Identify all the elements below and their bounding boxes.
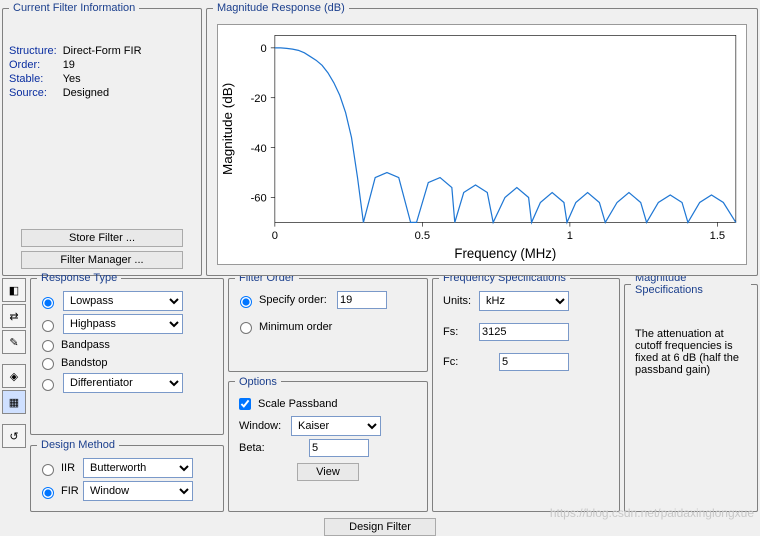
mag-spec-text: The attenuation at cutoff frequencies is… xyxy=(631,300,751,376)
stable-value: Yes xyxy=(63,72,148,86)
bandstop-radio[interactable] xyxy=(42,358,54,370)
bandpass-radio[interactable] xyxy=(42,340,54,352)
bandpass-label: Bandpass xyxy=(61,339,110,351)
iir-label: IIR xyxy=(61,462,83,474)
svg-text:0: 0 xyxy=(261,43,267,55)
lowpass-select[interactable]: Lowpass xyxy=(63,291,183,311)
fc-input[interactable] xyxy=(499,353,569,371)
structure-value: Direct-Form FIR xyxy=(63,44,148,58)
scale-passband-checkbox[interactable] xyxy=(239,398,251,410)
svg-text:0: 0 xyxy=(272,230,278,242)
magnitude-specifications-panel: Magnitude Specifications The attenuation… xyxy=(624,272,758,512)
source-label: Source: xyxy=(9,86,63,100)
svg-text:1.5: 1.5 xyxy=(710,230,726,242)
specify-order-radio[interactable] xyxy=(240,296,252,308)
design-method-legend: Design Method xyxy=(37,439,119,451)
tool-icon-6[interactable]: ↺ xyxy=(2,424,26,448)
store-filter-button[interactable]: Store Filter ... xyxy=(21,229,183,247)
design-filter-button[interactable]: Design Filter xyxy=(324,518,436,536)
side-toolbar: ◧ ⇄ ✎ ◈ ▦ ↺ xyxy=(2,278,26,450)
view-button[interactable]: View xyxy=(297,463,359,481)
mag-response-legend: Magnitude Response (dB) xyxy=(213,2,349,14)
tool-icon-5[interactable]: ▦ xyxy=(2,390,26,414)
units-label: Units: xyxy=(443,295,479,307)
highpass-radio[interactable] xyxy=(42,320,54,332)
beta-input[interactable] xyxy=(309,439,369,457)
svg-text:0.5: 0.5 xyxy=(415,230,431,242)
response-type-panel: Response Type Lowpass Highpass Bandpass … xyxy=(30,272,224,435)
fir-select[interactable]: Window xyxy=(83,481,193,501)
svg-text:Frequency (MHz): Frequency (MHz) xyxy=(454,246,556,261)
fir-radio[interactable] xyxy=(42,487,54,499)
window-label: Window: xyxy=(239,420,291,432)
svg-text:-40: -40 xyxy=(251,143,267,155)
filter-info-table: Structure:Direct-Form FIR Order:19 Stabl… xyxy=(9,44,148,100)
svg-text:-60: -60 xyxy=(251,193,267,205)
options-panel: Options Scale Passband Window:Kaiser Bet… xyxy=(228,376,428,512)
bandstop-label: Bandstop xyxy=(61,357,107,369)
specify-order-input[interactable] xyxy=(337,291,387,309)
beta-label: Beta: xyxy=(239,442,291,454)
tool-icon-4[interactable]: ◈ xyxy=(2,364,26,388)
differentiator-select[interactable]: Differentiator xyxy=(63,373,183,393)
stable-label: Stable: xyxy=(9,72,63,86)
svg-text:Magnitude (dB): Magnitude (dB) xyxy=(220,83,235,175)
minimum-order-label: Minimum order xyxy=(259,321,332,333)
filter-order-panel: Filter Order Specify order: Minimum orde… xyxy=(228,272,428,372)
units-select[interactable]: kHz xyxy=(479,291,569,311)
minimum-order-radio[interactable] xyxy=(240,322,252,334)
design-method-panel: Design Method IIRButterworth FIRWindow xyxy=(30,439,224,512)
highpass-select[interactable]: Highpass xyxy=(63,314,183,334)
svg-text:1: 1 xyxy=(567,230,573,242)
fs-label: Fs: xyxy=(443,326,479,338)
filter-manager-button[interactable]: Filter Manager ... xyxy=(21,251,183,269)
source-value: Designed xyxy=(63,86,148,100)
lowpass-radio[interactable] xyxy=(42,297,54,309)
response-type-legend: Response Type xyxy=(37,272,121,284)
order-label: Order: xyxy=(9,58,63,72)
fc-label: Fc: xyxy=(443,356,479,368)
scale-passband-label: Scale Passband xyxy=(258,398,338,410)
iir-select[interactable]: Butterworth xyxy=(83,458,193,478)
mag-response-plot: 0 -20 -40 -60 0 0.5 1 1.5 Frequency (MHz) Magnitu… xyxy=(217,24,747,265)
options-legend: Options xyxy=(235,376,281,388)
tool-icon-2[interactable]: ⇄ xyxy=(2,304,26,328)
current-filter-info-panel: Current Filter Information Structure:Dir… xyxy=(2,2,202,276)
fs-input[interactable] xyxy=(479,323,569,341)
iir-radio[interactable] xyxy=(42,464,54,476)
tool-icon-3[interactable]: ✎ xyxy=(2,330,26,354)
differentiator-radio[interactable] xyxy=(42,379,54,391)
order-value: 19 xyxy=(63,58,148,72)
fir-label: FIR xyxy=(61,485,83,497)
window-select[interactable]: Kaiser xyxy=(291,416,381,436)
filter-design-tool: Current Filter Information Structure:Dir… xyxy=(0,0,760,524)
tool-icon-1[interactable]: ◧ xyxy=(2,278,26,302)
specify-order-label: Specify order: xyxy=(259,294,337,306)
structure-label: Structure: xyxy=(9,44,63,58)
svg-text:-20: -20 xyxy=(251,93,267,105)
frequency-specifications-panel: Frequency Specifications Units:kHz Fs: F… xyxy=(432,272,620,512)
filter-info-legend: Current Filter Information xyxy=(9,2,139,14)
magnitude-response-panel: Magnitude Response (dB) 0 -20 -40 -60 0 0.5 1 1… xyxy=(206,2,758,276)
